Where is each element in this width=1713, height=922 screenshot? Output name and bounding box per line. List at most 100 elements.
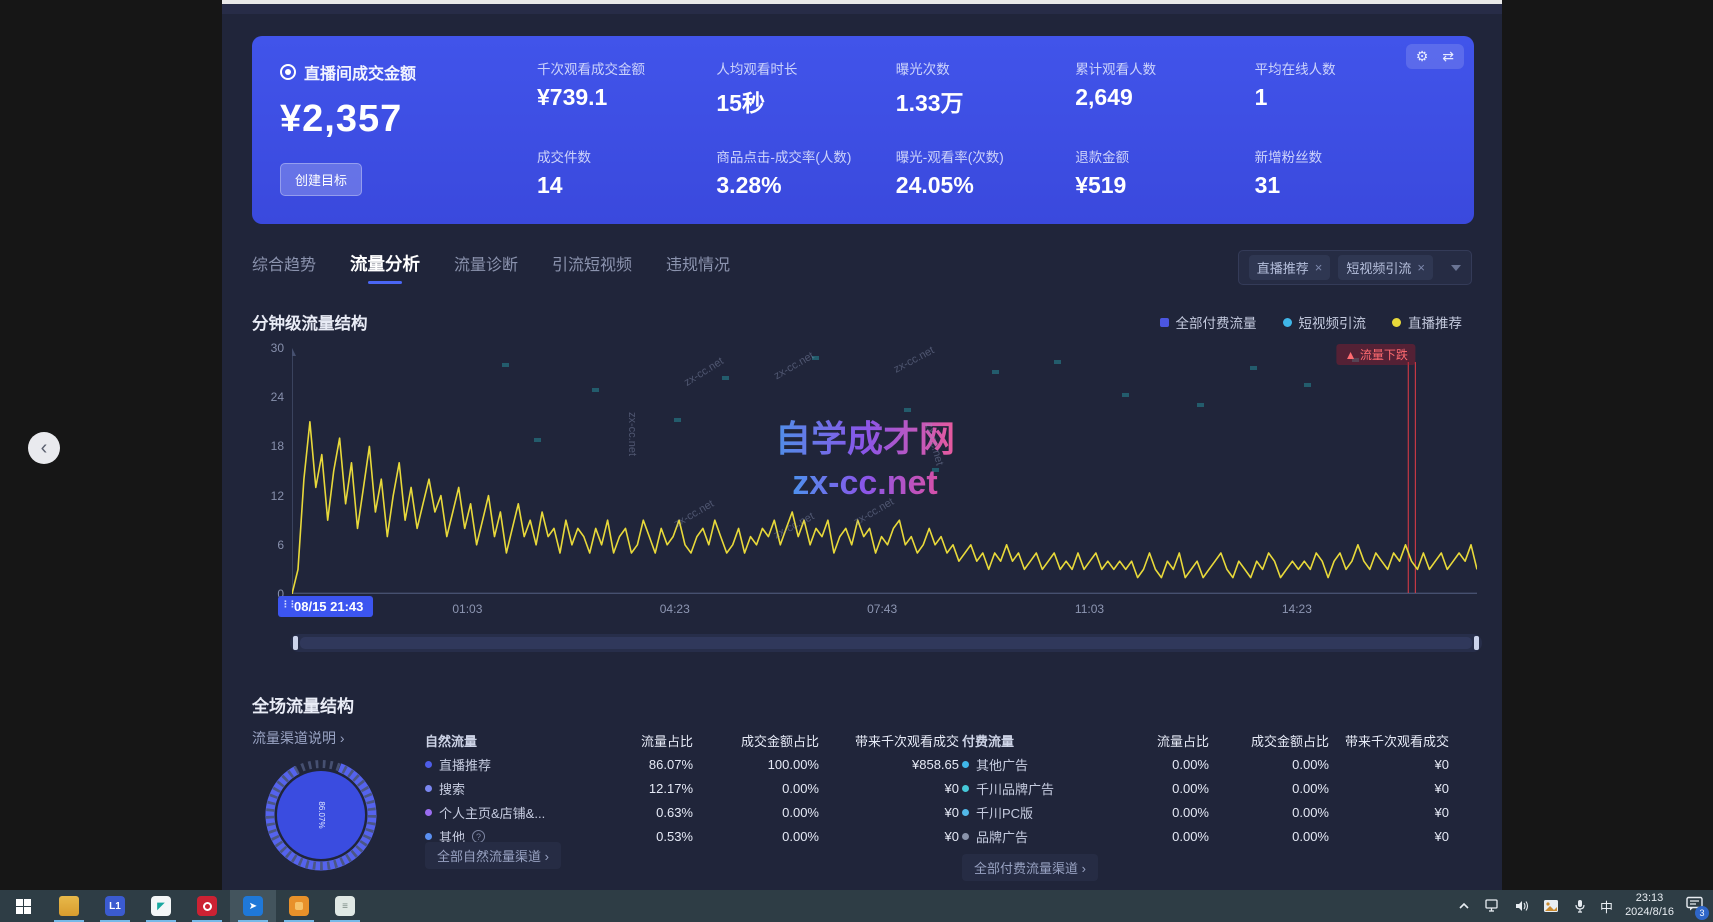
channel-千川PC版: 千川PC版 — [962, 803, 1114, 822]
channel-filter-select[interactable]: 直播推荐× 短视频引流× — [1238, 250, 1472, 285]
tab-流量诊断[interactable]: 流量诊断 — [454, 251, 518, 284]
cursor-browser-icon: ➤ — [243, 896, 263, 916]
taskbar-file-explorer[interactable] — [46, 890, 92, 922]
datazoom-handle-right[interactable] — [1474, 636, 1479, 650]
cell: ¥0 — [1329, 757, 1449, 772]
metric-2: 曝光次数 1.33万 — [896, 58, 1075, 118]
create-goal-button[interactable]: 创建目标 — [280, 163, 362, 196]
tab-违规情况[interactable]: 违规情况 — [666, 251, 730, 284]
legend-marker — [1392, 318, 1401, 327]
tray-chevron-up-icon[interactable] — [1455, 898, 1472, 915]
network-icon[interactable] — [1484, 898, 1501, 915]
taskbar-app-browser[interactable]: ➤ — [230, 890, 276, 922]
start-button[interactable] — [0, 890, 46, 922]
tabs-row: 综合趋势 流量分析 流量诊断 引流短视频 违规情况 直播推荐× 短视频引流× — [252, 250, 1472, 285]
info-icon[interactable]: ? — [472, 830, 485, 843]
analytics-dashboard-window: 直播间成交金额 ¥2,357 创建目标 千次观看成交金额 ¥739.1人均观看时… — [222, 0, 1502, 890]
channel-dot — [425, 809, 432, 816]
ime-indicator[interactable]: 中 — [1600, 897, 1613, 916]
close-icon[interactable]: × — [1417, 260, 1425, 275]
datazoom-slider[interactable] — [290, 634, 1482, 652]
metric-label: 退款金额 — [1075, 146, 1254, 166]
col-header: 成交金额占比 — [693, 731, 819, 750]
date: 2024/8/16 — [1625, 906, 1674, 920]
volume-icon[interactable] — [1513, 898, 1530, 915]
all-paid-channels-link[interactable]: 全部付费流量渠道 › — [962, 854, 1098, 881]
col-header: 自然流量 — [425, 731, 593, 750]
cell: 0.00% — [1114, 805, 1209, 820]
cell: ¥0 — [1329, 781, 1449, 796]
taskbar: L1 ◤ ➤ ≡ 中 23:13 2024/8/16 — [0, 890, 1713, 922]
notification-badge: 3 — [1695, 906, 1709, 920]
cell: ¥0 — [1329, 805, 1449, 820]
cell: ¥0 — [1329, 829, 1449, 844]
desktop: 直播间成交金额 ¥2,357 创建目标 千次观看成交金额 ¥739.1人均观看时… — [0, 0, 1713, 922]
cell: 0.00% — [1114, 757, 1209, 772]
datazoom-start-label[interactable]: 08/15 21:43 — [278, 596, 373, 617]
chevron-right-icon: › — [340, 730, 345, 746]
tab-综合趋势[interactable]: 综合趋势 — [252, 251, 316, 284]
taskbar-app-orange[interactable] — [276, 890, 322, 922]
datazoom-band — [300, 637, 1472, 649]
l1-app-icon: L1 — [105, 896, 125, 916]
orange-app-icon — [289, 896, 309, 916]
taskbar-app-notepad[interactable]: ≡ — [322, 890, 368, 922]
clock[interactable]: 23:13 2024/8/16 — [1625, 892, 1674, 920]
channel-个人主页&店铺&...: 个人主页&店铺&... — [425, 803, 593, 822]
paid-traffic-table: 付费流量流量占比成交金额占比带来千次观看成交其他广告0.00%0.00%¥0千川… — [962, 728, 1449, 848]
cell: 100.00% — [693, 757, 819, 772]
cell: 0.00% — [693, 781, 819, 796]
microphone-icon[interactable] — [1571, 898, 1588, 915]
red-ring-app-icon — [197, 896, 217, 916]
legend-全部付费流量[interactable]: 全部付费流量 — [1160, 312, 1257, 332]
close-icon[interactable]: × — [1315, 260, 1323, 275]
all-natural-channels-link[interactable]: 全部自然流量渠道 › — [425, 842, 561, 869]
legend-marker — [1160, 318, 1169, 327]
swap-icon[interactable]: ⇄ — [1442, 48, 1454, 65]
line-chart-canvas[interactable] — [292, 348, 1477, 594]
notification-center[interactable]: 3 — [1686, 896, 1703, 916]
filter-chip-直播推荐[interactable]: 直播推荐× — [1249, 255, 1331, 280]
cell: 0.00% — [1209, 781, 1329, 796]
channel-note-link[interactable]: 流量渠道说明 › — [252, 728, 345, 748]
taskbar-app-l1[interactable]: L1 — [92, 890, 138, 922]
target-icon — [280, 64, 296, 80]
chevron-down-icon[interactable] — [1451, 265, 1461, 271]
windows-logo-icon — [16, 899, 31, 914]
col-header: 带来千次观看成交 — [819, 731, 959, 750]
back-button[interactable]: ‹ — [28, 432, 60, 464]
x-axis: 08/15 21:43 01:0304:2307:4311:0314:23 — [292, 598, 1477, 622]
metric-7: 曝光-观看率(次数) 24.05% — [896, 146, 1075, 199]
channel-dot — [962, 809, 969, 816]
metric-label: 人均观看时长 — [716, 58, 895, 78]
channel-dot — [425, 761, 432, 768]
svg-text:86.07%: 86.07% — [317, 801, 326, 828]
taskbar-app-red[interactable] — [184, 890, 230, 922]
gear-icon[interactable]: ⚙ — [1416, 48, 1429, 65]
col-header: 流量占比 — [1114, 731, 1209, 750]
minute-traffic-chart[interactable]: 3024181260 ▲ 流量下跌 自学成才网 zx-cc.net zx-cc.… — [252, 348, 1478, 600]
traffic-donut-chart: 86.07% — [262, 756, 380, 874]
screenshot-tool-icon[interactable] — [1542, 898, 1559, 915]
tab-引流短视频[interactable]: 引流短视频 — [552, 251, 632, 284]
channel-dot — [962, 761, 969, 768]
filter-chip-短视频引流[interactable]: 短视频引流× — [1338, 255, 1433, 280]
cell: 0.53% — [593, 829, 693, 844]
y-tick-30: 30 — [271, 341, 284, 355]
channel-品牌广告: 品牌广告 — [962, 827, 1114, 846]
channel-dot — [962, 833, 969, 840]
window-top-strip — [222, 0, 1502, 14]
metric-6: 商品点击-成交率(人数) 3.28% — [716, 146, 895, 199]
legend-短视频引流[interactable]: 短视频引流 — [1283, 312, 1367, 332]
taskbar-app-teal[interactable]: ◤ — [138, 890, 184, 922]
x-tick-14:23: 14:23 — [1282, 602, 1312, 616]
metrics-grid: 千次观看成交金额 ¥739.1人均观看时长 15秒曝光次数 1.33万累计观看人… — [537, 58, 1434, 199]
metric-label: 千次观看成交金额 — [537, 58, 716, 78]
legend-直播推荐[interactable]: 直播推荐 — [1392, 312, 1462, 332]
tab-流量分析[interactable]: 流量分析 — [350, 251, 420, 284]
cell: 0.00% — [1114, 781, 1209, 796]
cell: 0.63% — [593, 805, 693, 820]
datazoom-handle-left[interactable] — [293, 636, 298, 650]
channel-直播推荐: 直播推荐 — [425, 755, 593, 774]
y-tick-6: 6 — [277, 538, 284, 552]
